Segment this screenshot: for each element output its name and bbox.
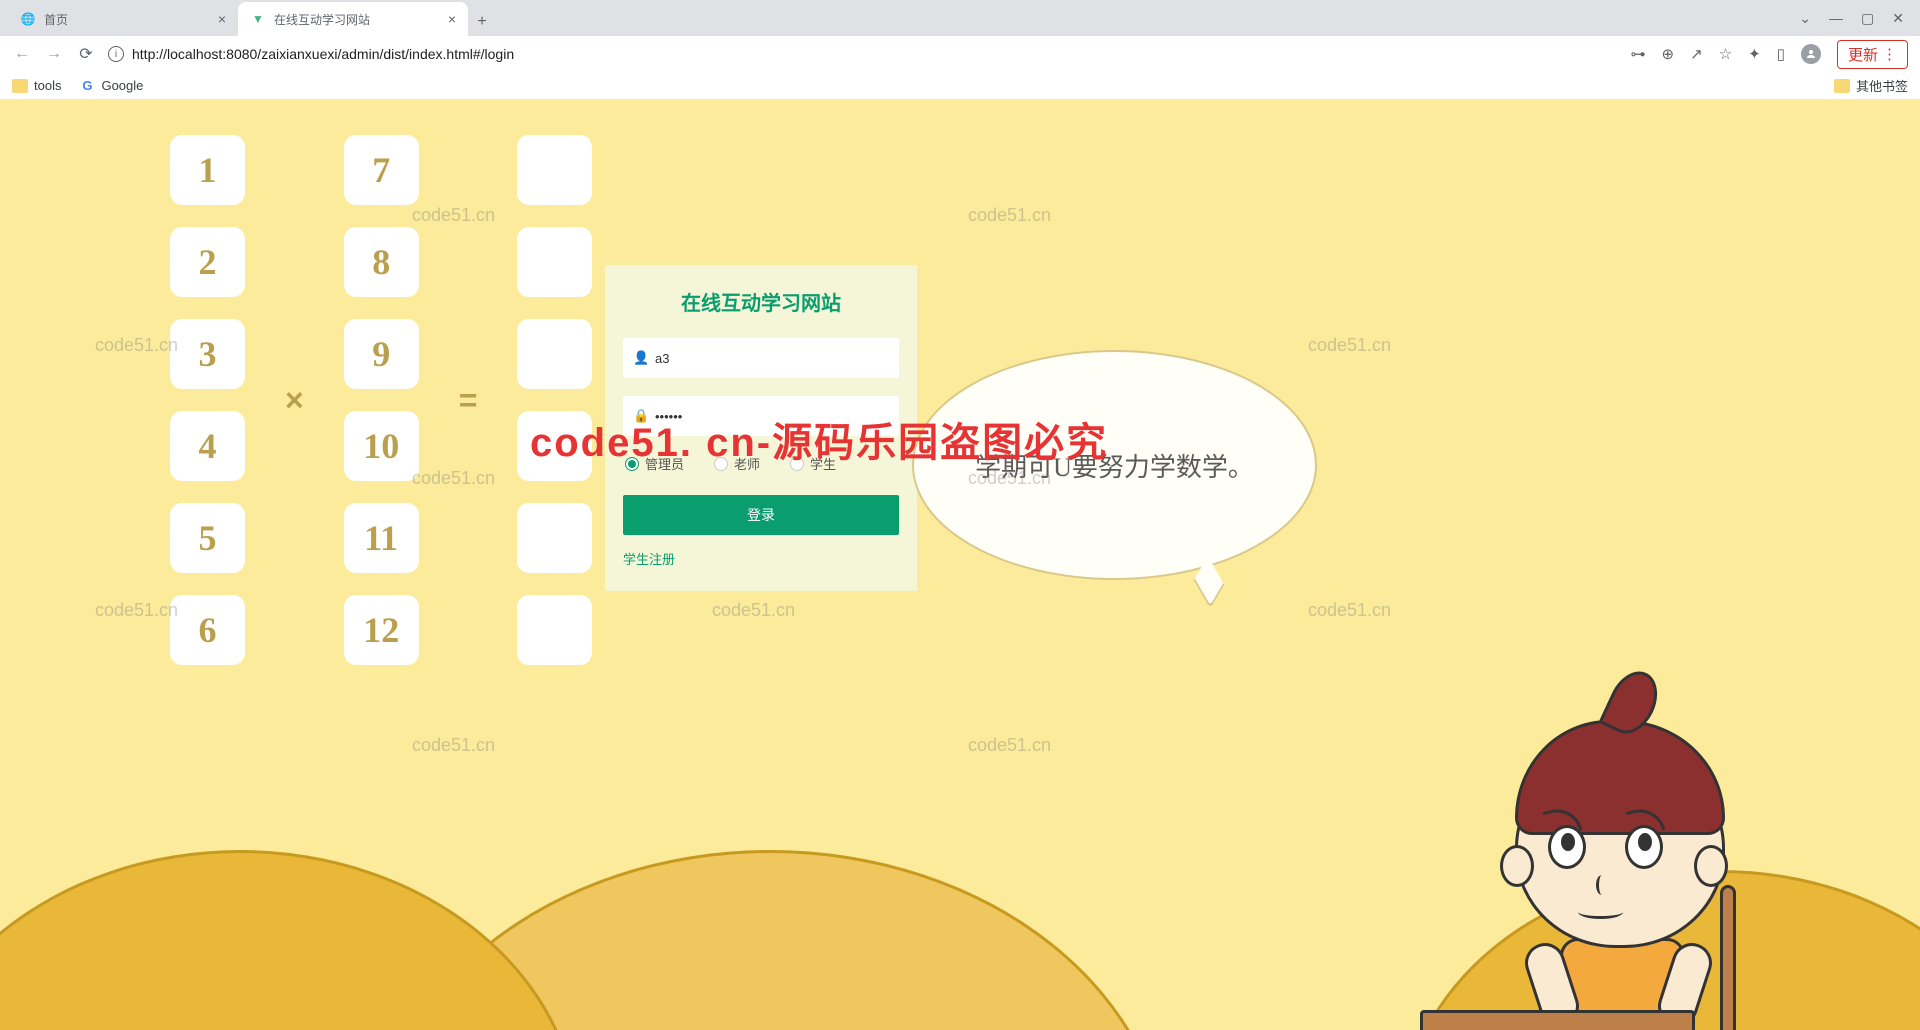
password-input[interactable] — [655, 409, 889, 424]
user-icon: 👤 — [633, 350, 647, 366]
number-card[interactable] — [517, 595, 592, 665]
watermark: code51.cn — [95, 600, 178, 621]
number-card[interactable]: 8 — [344, 227, 419, 297]
watermark: code51.cn — [968, 205, 1051, 226]
url-text: http://localhost:8080/zaixianxuexi/admin… — [132, 46, 514, 62]
page-content: 123456 × 789101112 = 在线互动学习网站 👤 🔒 管理员老师学… — [0, 100, 1920, 1030]
bookmark-google[interactable]: G Google — [79, 78, 143, 94]
update-button[interactable]: 更新 ⋮ — [1837, 40, 1908, 69]
role-label: 学生 — [810, 454, 836, 473]
google-icon: G — [79, 78, 95, 94]
role-radio[interactable]: 管理员 — [625, 454, 684, 473]
number-card[interactable]: 12 — [344, 595, 419, 665]
globe-icon: 🌐 — [20, 11, 36, 27]
star-icon[interactable]: ☆ — [1719, 45, 1732, 63]
profile-icon[interactable] — [1801, 44, 1821, 64]
new-tab-button[interactable]: + — [468, 8, 496, 36]
lock-icon: 🔒 — [633, 408, 647, 424]
maximize-icon[interactable]: ▢ — [1861, 10, 1874, 27]
radio-icon — [790, 457, 804, 471]
number-card[interactable]: 4 — [170, 411, 245, 481]
reload-icon[interactable]: ⟳ — [76, 44, 96, 64]
password-group[interactable]: 🔒 — [623, 396, 899, 436]
browser-action-icons: ⊶ ⊕ ↗ ☆ ✦ ▯ 更新 ⋮ — [1631, 40, 1908, 69]
close-icon[interactable]: × — [218, 11, 226, 27]
watermark: code51.cn — [712, 600, 795, 621]
bookmark-tools[interactable]: tools — [12, 78, 61, 93]
number-card[interactable]: 10 — [344, 411, 419, 481]
role-radio[interactable]: 老师 — [714, 454, 760, 473]
window-controls: ⌄ — ▢ ✕ — [1799, 0, 1920, 36]
role-radio[interactable]: 学生 — [790, 454, 836, 473]
bookmark-label: 其他书签 — [1856, 76, 1908, 95]
close-window-icon[interactable]: ✕ — [1892, 10, 1904, 27]
address-bar: ← → ⟳ i http://localhost:8080/zaixianxue… — [0, 36, 1920, 72]
number-card[interactable] — [517, 319, 592, 389]
number-card[interactable]: 6 — [170, 595, 245, 665]
bookmark-bar: tools G Google 其他书签 — [0, 72, 1920, 100]
watermark: code51.cn — [95, 335, 178, 356]
tabs-bar: 🌐 首页 × ▼ 在线互动学习网站 × + ⌄ — ▢ ✕ — [0, 0, 1920, 36]
tab-title: 首页 — [44, 11, 68, 28]
radio-icon — [625, 457, 639, 471]
info-icon[interactable]: i — [108, 46, 124, 62]
number-card[interactable]: 7 — [344, 135, 419, 205]
browser-tab-active[interactable]: ▼ 在线互动学习网站 × — [238, 2, 468, 36]
role-label: 管理员 — [645, 454, 684, 473]
login-panel: 在线互动学习网站 👤 🔒 管理员 老师 学生 登录 学生注册 — [605, 265, 917, 591]
folder-icon — [12, 79, 28, 93]
login-button[interactable]: 登录 — [623, 495, 899, 535]
browser-chrome: 🌐 首页 × ▼ 在线互动学习网站 × + ⌄ — ▢ ✕ ← → ⟳ i ht… — [0, 0, 1920, 100]
menu-icon: ⋮ — [1882, 45, 1897, 63]
times-operator: × — [275, 382, 314, 419]
cartoon-character — [1490, 680, 1800, 1030]
watermark: code51.cn — [1308, 335, 1391, 356]
minimize-icon[interactable]: — — [1829, 10, 1843, 26]
username-group[interactable]: 👤 — [623, 338, 899, 378]
number-card[interactable]: 2 — [170, 227, 245, 297]
speech-bubble: 学期可U要努力学数学。 — [912, 350, 1317, 580]
close-icon[interactable]: × — [448, 11, 456, 27]
number-card[interactable]: 5 — [170, 503, 245, 573]
number-card[interactable]: 3 — [170, 319, 245, 389]
share-icon[interactable]: ↗ — [1690, 45, 1703, 63]
url-box[interactable]: i http://localhost:8080/zaixianxuexi/adm… — [108, 46, 1619, 62]
math-grid: 123456 × 789101112 = — [170, 135, 592, 665]
panel-icon[interactable]: ▯ — [1777, 45, 1785, 63]
register-link[interactable]: 学生注册 — [623, 552, 675, 567]
update-label: 更新 — [1848, 44, 1878, 65]
key-icon[interactable]: ⊶ — [1631, 45, 1646, 63]
number-card[interactable]: 11 — [344, 503, 419, 573]
number-card[interactable] — [517, 503, 592, 573]
bubble-text: 学期可U要努力学数学。 — [975, 447, 1254, 484]
chevron-down-icon[interactable]: ⌄ — [1799, 10, 1811, 27]
forward-icon[interactable]: → — [44, 45, 64, 63]
number-card[interactable]: 1 — [170, 135, 245, 205]
number-card[interactable] — [517, 411, 592, 481]
zoom-icon[interactable]: ⊕ — [1662, 45, 1675, 63]
number-card[interactable] — [517, 227, 592, 297]
bookmark-label: tools — [34, 78, 61, 93]
folder-icon — [1834, 79, 1850, 93]
extensions-icon[interactable]: ✦ — [1748, 45, 1761, 63]
watermark: code51.cn — [1308, 600, 1391, 621]
role-label: 老师 — [734, 454, 760, 473]
browser-tab[interactable]: 🌐 首页 × — [8, 2, 238, 36]
vue-icon: ▼ — [250, 11, 266, 27]
radio-icon — [714, 457, 728, 471]
tab-title: 在线互动学习网站 — [274, 11, 370, 28]
other-bookmarks[interactable]: 其他书签 — [1834, 76, 1908, 95]
back-icon[interactable]: ← — [12, 45, 32, 63]
login-title: 在线互动学习网站 — [623, 287, 899, 316]
bookmark-label: Google — [101, 78, 143, 93]
role-radio-group: 管理员 老师 学生 — [623, 454, 899, 473]
number-card[interactable] — [517, 135, 592, 205]
equals-operator: = — [449, 382, 488, 419]
username-input[interactable] — [655, 351, 889, 366]
number-card[interactable]: 9 — [344, 319, 419, 389]
